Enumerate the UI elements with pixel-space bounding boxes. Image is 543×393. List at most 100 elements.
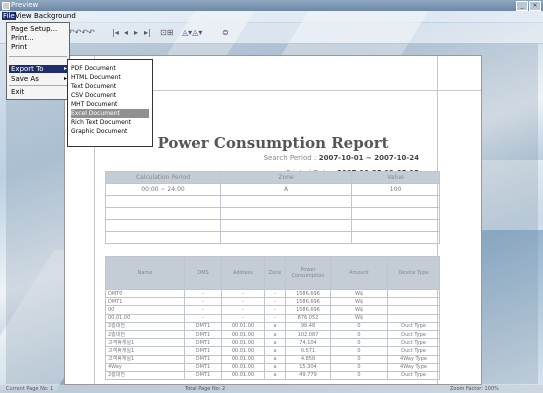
table-cell: Duct Type <box>387 329 440 340</box>
table-cell: W$ <box>330 313 388 323</box>
table-cell: a <box>264 321 286 331</box>
detail-header: Name <box>105 256 185 290</box>
summary-header: Zone <box>220 171 352 184</box>
table-cell <box>387 305 440 315</box>
table-cell: 00.01.00 <box>221 338 265 348</box>
table-cell: Duct Type <box>387 370 440 381</box>
export-pdf[interactable]: PDF Document <box>71 64 149 73</box>
table-cell: 0 <box>330 370 388 381</box>
table-cell: a <box>264 354 286 364</box>
minimize-button[interactable]: _ <box>516 1 528 11</box>
table-cell: 4Way Type <box>387 362 440 372</box>
table-cell: 0.571 <box>285 346 331 356</box>
detail-header: Amount <box>330 256 388 290</box>
table-cell: 00.01.00 <box>221 346 265 356</box>
summary-table: Calculation Period Zone Value 00:00 ~ 24… <box>105 171 440 244</box>
summary-cell: 00:00 ~ 24:00 <box>105 183 221 196</box>
status-zoom: Zoom Factor: 100% <box>450 386 499 392</box>
search-period-value: 2007-10-01 ~ 2007-10-24 <box>318 154 419 162</box>
close-button[interactable]: × <box>529 1 541 11</box>
menu-item-print-dialog[interactable]: Print... <box>11 34 34 42</box>
table-cell: 2층대전 <box>105 321 185 331</box>
menu-item-print[interactable]: Print <box>11 43 27 51</box>
menu-background[interactable]: Background <box>34 12 76 20</box>
table-cell: DMT0 <box>105 288 185 299</box>
table-cell: 00.01.00 <box>221 329 265 340</box>
status-total-page: Total Page No: 2 <box>185 386 226 392</box>
table-cell: 0 <box>330 329 388 340</box>
menu-item-export-to[interactable]: Export To <box>9 65 67 73</box>
table-cell: 고객휴게실1 <box>105 338 185 348</box>
table-row: 00- - -1586.696 W$ <box>105 305 440 315</box>
table-cell: - <box>264 313 286 323</box>
settings-icon[interactable]: ⊜ <box>222 28 229 37</box>
table-cell: DMT1 <box>184 354 222 364</box>
table-cell: 00.01.00 <box>105 313 185 323</box>
table-cell: 고객휴게실1 <box>105 354 185 364</box>
table-cell: 0 <box>330 321 388 331</box>
table-row: 2층대전 DMT1 00.01.00 a 98.48 0 Duct Type <box>105 321 440 331</box>
menubar: File View Background <box>0 11 543 22</box>
menu-view[interactable]: View <box>15 12 32 20</box>
table-cell: - <box>184 297 222 307</box>
detail-table: Name DMS Address Zone Power Consumption … <box>105 256 440 381</box>
export-html[interactable]: HTML Document <box>71 73 149 82</box>
table-cell: 0 <box>330 346 388 356</box>
status-current-page: Current Page No: 1 <box>6 386 54 392</box>
table-cell: 74.104 <box>285 338 331 348</box>
zoom-icon[interactable]: ⊡⊞ <box>160 28 173 37</box>
status-bar: Current Page No: 1 Total Page No: 2 Zoom… <box>0 385 543 393</box>
table-row: 2층대전 DMT1 00.01.00 a 49.779 0 Duct Type <box>105 370 440 381</box>
table-cell: DMT1 <box>184 338 222 348</box>
table-cell: Duct Type <box>387 321 440 331</box>
table-cell: 49.779 <box>285 370 331 381</box>
table-row: 00.01.00- - -876.052 W$ <box>105 313 440 323</box>
next-page-icon[interactable]: ▸ <box>134 28 138 37</box>
table-cell: - <box>264 297 286 307</box>
detail-header: Power Consumption <box>285 256 331 290</box>
export-graphic[interactable]: Graphic Document <box>71 127 149 136</box>
table-cell: W$ <box>330 297 388 307</box>
table-cell: DMT1 <box>184 362 222 372</box>
table-cell: 98.48 <box>285 321 331 331</box>
search-period: Search Period : 2007-10-01 ~ 2007-10-24 <box>264 154 419 162</box>
table-cell: 4Way <box>105 362 185 372</box>
undo-icon[interactable]: ↶↶↶↶ <box>68 28 95 37</box>
export-csv[interactable]: CSV Document <box>71 91 149 100</box>
table-cell: a <box>264 346 286 356</box>
export-rich-text[interactable]: Rich Text Document <box>71 118 149 127</box>
prev-page-icon[interactable]: ◂ <box>124 28 128 37</box>
table-cell: DMT1 <box>184 370 222 381</box>
table-cell: 0 <box>330 362 388 372</box>
table-cell: a <box>264 338 286 348</box>
table-cell <box>387 297 440 307</box>
menu-item-page-setup[interactable]: Page Setup... <box>11 25 57 33</box>
menu-item-save-as[interactable]: Save As <box>11 75 39 83</box>
table-cell: 2층대전 <box>105 370 185 381</box>
table-cell: W$ <box>330 305 388 315</box>
table-cell: - <box>184 313 222 323</box>
color-icon[interactable]: ◬▾◬▾ <box>182 28 202 37</box>
export-text[interactable]: Text Document <box>71 82 149 91</box>
first-page-icon[interactable]: |◂ <box>112 28 119 37</box>
table-cell: 00.01.00 <box>221 362 265 372</box>
table-cell: 102.087 <box>285 329 331 340</box>
detail-header: DMS <box>184 256 222 290</box>
export-mht[interactable]: MHT Document <box>71 100 149 109</box>
table-cell: W$ <box>330 288 388 299</box>
last-page-icon[interactable]: ▸| <box>144 28 151 37</box>
detail-header: Address <box>221 256 265 290</box>
toolbar: ↶↶↶↶ |◂ ◂ ▸ ▸| ⊡⊞ ◬▾◬▾ ⊜ <box>0 23 543 44</box>
table-cell: - <box>184 288 222 299</box>
table-cell: - <box>221 313 265 323</box>
search-period-label: Search Period : <box>263 154 317 162</box>
export-excel[interactable]: Excel Document <box>71 109 149 118</box>
table-cell <box>387 288 440 299</box>
table-row: 고객휴게실1 DMT1 00.01.00 a 74.104 0 Duct Type <box>105 338 440 348</box>
table-cell: 00.01.00 <box>221 354 265 364</box>
table-cell: - <box>264 305 286 315</box>
table-cell: - <box>221 288 265 299</box>
menu-item-exit[interactable]: Exit <box>11 88 24 96</box>
table-row: 고객휴게실1 DMT1 00.01.00 a 4.858 0 4Way Type <box>105 354 440 364</box>
menu-file[interactable]: File <box>2 12 16 20</box>
